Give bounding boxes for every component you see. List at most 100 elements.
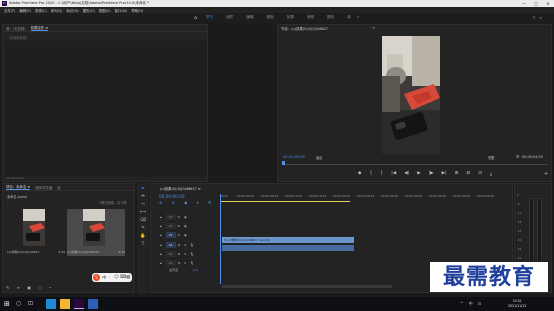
menu-clip[interactable]: 剪辑(C) [35,8,47,13]
lift-button[interactable]: ⊞ [455,171,459,177]
track-name[interactable]: V2 [165,222,176,229]
lock-icon[interactable]: 🔒︎ [160,261,162,265]
button-editor-add-button[interactable]: + [544,171,548,177]
razor-tool-icon[interactable]: ⌫ [137,218,149,223]
effect-controls-area[interactable] [5,41,207,177]
sync-icon[interactable]: ⇆ [178,224,181,228]
mute-icon[interactable]: M [178,252,181,256]
track-name[interactable]: A1 [165,241,176,248]
clip-thumbnail[interactable] [83,209,105,246]
edge-browser-icon[interactable] [46,299,56,309]
project-footer-icons[interactable]: ✎ ≡ ▣ ○ ─ [6,285,54,290]
menu-help[interactable]: 帮助(H) [131,8,143,13]
close-button[interactable]: ✕ [542,0,554,7]
comparison-view-button[interactable]: ⤓ [490,171,492,177]
lock-icon[interactable]: 🔒︎ [160,233,162,237]
program-monitor-title[interactable]: 节目：(u)效果(0)(0)(0)46627 [281,26,328,31]
slip-tool-icon[interactable]: ⟷ [137,210,149,215]
track-name[interactable]: A2 [165,250,176,257]
menu-window[interactable]: 窗口(W) [115,8,128,13]
workspace-tab-assembly[interactable]: 组件 [226,15,233,20]
sequence-tab[interactable]: (u)效果(0)(0)(0)46627 ≡ [160,186,201,191]
hand-tool-icon[interactable]: ✋ [137,234,149,239]
lock-icon[interactable]: 🔒︎ [160,215,162,219]
play-button[interactable]: ▶ [417,171,420,177]
word-icon[interactable] [88,299,98,309]
minimize-button[interactable]: — [518,0,530,7]
voiceover-mic-icon[interactable]: 🎙︎ [190,252,194,256]
clip-thumbnail[interactable] [23,209,45,246]
voiceover-mic-icon[interactable]: 🎙︎ [190,261,194,265]
cortana-search-icon[interactable]: ○ [16,300,21,307]
home-icon[interactable]: ⌂ [194,15,197,21]
system-tray-icons[interactable]: ^ 中 ⊡ [460,301,483,307]
pen-tool-icon[interactable]: ✎ [137,226,149,231]
track-header-a3[interactable]: 🔒︎ A3 M S 🎙︎ [160,259,198,266]
menu-file[interactable]: 文件(F) [4,8,15,13]
timeline-scrollbar[interactable] [222,285,392,288]
project-item-selected[interactable]: (u)效果(0)(0)(0)46627 4;29 [67,209,125,256]
track-header-v3[interactable]: 🔒︎ V3 ⇆ ◉ [160,213,191,220]
menu-view[interactable]: 视图(V) [99,8,111,13]
file-explorer-icon[interactable] [60,299,70,309]
extract-button[interactable]: ⊟ [466,171,470,177]
punctuation-icon[interactable]: · [109,275,110,280]
skin-icon[interactable]: ▦ [126,275,130,280]
sogou-logo-icon[interactable]: S [93,274,100,281]
program-menu-icon[interactable]: ≡ [372,25,375,30]
eye-icon[interactable]: ◉ [184,224,187,228]
lang-icon[interactable]: 中 [102,275,107,281]
tab-effect-controls[interactable]: 效果控件 ≡ [30,25,49,31]
go-to-in-button[interactable]: |◀ [391,171,396,177]
track-header-v1[interactable]: 🔒︎ V1 ⇆ ◉ [160,231,191,238]
menu-graphics[interactable]: 图形(G) [83,8,95,13]
floating-input-toolbar[interactable]: S 中 · ☺ ⌨ ▦ [92,273,132,282]
program-timecode[interactable]: 00;00;00;00 [283,155,305,159]
emoji-icon[interactable]: ☺ [114,275,119,280]
timeline-ruler[interactable]: 00;00 00;00;04;29 00;00;09;29 00;00;14;2… [220,194,510,284]
track-select-tool-icon[interactable]: ⇹ [137,194,149,199]
tab-source[interactable]: 源：(无剪辑) [6,26,26,31]
track-name[interactable]: V1 [165,231,176,238]
maximize-button[interactable]: □ [530,0,542,7]
system-clock[interactable]: 10:51 2021/11/12 [508,299,526,308]
workspace-more-button[interactable]: » [357,14,359,19]
timeline-timecode[interactable]: 00;00;00;00 [159,194,185,199]
mute-icon[interactable]: M [178,243,181,247]
lock-icon[interactable]: 🔒︎ [160,243,162,247]
solo-icon[interactable]: S [184,261,186,265]
mute-icon[interactable]: M [178,261,181,265]
timeline-tool-icons[interactable]: ⊕ ⊘ ◆ ▾ ⚙ [159,200,215,205]
ripple-edit-tool-icon[interactable]: ⇿ [137,202,149,207]
program-scrub-bar[interactable] [282,161,548,165]
workspace-tab-audio[interactable]: 音频 [307,15,314,20]
workspace-tab-editing[interactable]: 编辑 [246,15,253,20]
workspace-tab-learn[interactable]: 学习 [206,15,213,20]
timeline-playhead[interactable] [220,194,221,284]
track-header-v2[interactable]: 🔒︎ V2 ⇆ ◉ [160,222,191,229]
project-search-input[interactable]: ⌕ [7,200,9,204]
solo-icon[interactable]: S [184,252,186,256]
sync-icon[interactable]: ⇆ [178,215,181,219]
selection-tool-icon[interactable]: ▸ [137,186,149,191]
track-header-a1[interactable]: 🔒︎ A1 M S 🎙︎ [160,241,198,248]
playback-quality-dropdown[interactable]: 完整 [488,155,494,160]
tab-libraries[interactable]: 库 [57,185,60,190]
lock-icon[interactable]: 🔒︎ [160,252,162,256]
workspace-tab-color[interactable]: 颜色 [267,15,274,20]
eye-icon[interactable]: ◉ [184,233,187,237]
task-view-icon[interactable]: ⊡ [28,300,33,307]
work-area-bar[interactable] [220,201,350,202]
type-tool-icon[interactable]: T [137,242,149,247]
track-name[interactable]: V3 [165,213,176,220]
program-playhead[interactable] [282,161,285,165]
audio-clip[interactable] [222,245,354,251]
menu-edit[interactable]: 编辑(E) [19,8,31,13]
go-to-out-button[interactable]: ▶| [442,171,447,177]
step-back-button[interactable]: ◀| [404,171,409,177]
step-forward-button[interactable]: |▶ [429,171,434,177]
windows-start-icon[interactable]: ⊞ [4,300,10,308]
zoom-fit-dropdown[interactable]: 适合 [316,155,322,160]
track-header-a2[interactable]: 🔒︎ A2 M S 🎙︎ [160,250,198,257]
settings-wrench-icon[interactable]: ⚙ [516,154,520,159]
